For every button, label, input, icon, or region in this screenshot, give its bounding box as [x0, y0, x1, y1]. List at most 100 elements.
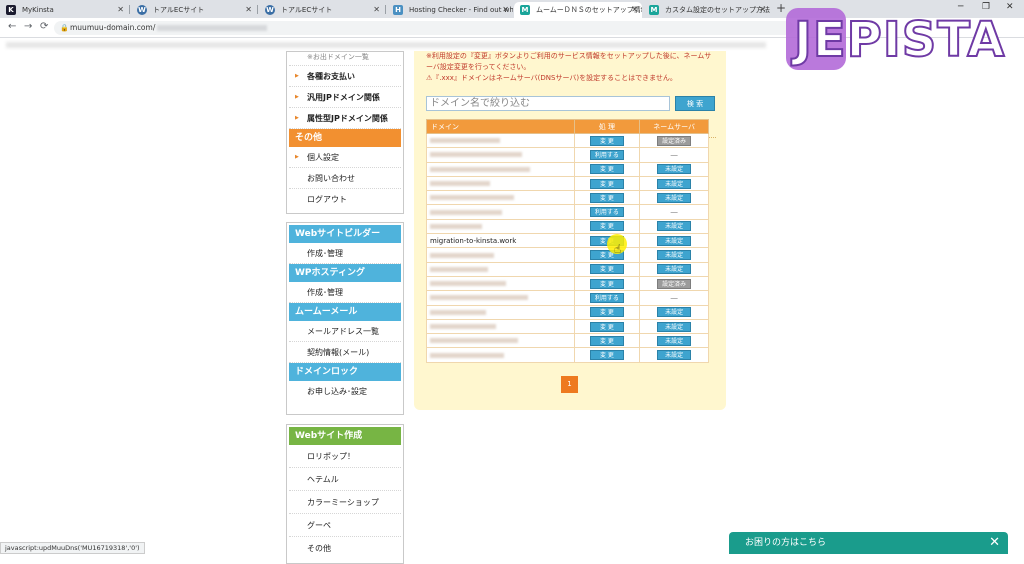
close-icon[interactable]: ✕	[989, 532, 1000, 554]
sidebar-item-lolipop[interactable]: ロリポップ！	[289, 445, 401, 468]
change-button[interactable]: 変 更	[589, 264, 624, 275]
nameserver-none: ―	[670, 293, 678, 302]
change-button[interactable]: 変 更	[589, 221, 624, 232]
action-cell: 利用する	[573, 290, 641, 306]
browser-tab[interactable]: W トアルECサイト ✕	[259, 2, 384, 18]
sidebar-item-mail-contract[interactable]: 契約情報(メール)	[289, 342, 401, 363]
table-row: 変 更 未設定	[426, 318, 709, 335]
nameserver-unset-button[interactable]: 未設定	[657, 321, 692, 332]
change-button[interactable]: 変 更	[589, 307, 624, 318]
search-button[interactable]: 検 索	[675, 96, 715, 111]
close-tab-icon[interactable]: ✕	[117, 2, 124, 18]
nameserver-configured-button[interactable]: 設定済み	[657, 135, 692, 146]
sidebar-item-attribute-jp[interactable]: 属性型JPドメイン関係	[289, 108, 401, 129]
close-tab-icon[interactable]: ✕	[631, 2, 638, 18]
change-button[interactable]: 変 更	[589, 135, 624, 146]
use-button[interactable]: 利用する	[589, 207, 624, 218]
sidebar-item-generic-jp[interactable]: 汎用JPドメイン関係	[289, 87, 401, 108]
close-tab-icon[interactable]: ✕	[245, 2, 252, 18]
browser-tab-active[interactable]: M ムームーＤＮＳのセットアップ情報変 ✕	[514, 2, 642, 18]
table-row: 変 更 設定済み	[426, 275, 709, 292]
browser-tab[interactable]: M カスタム設定のセットアップ方法 - ム ✕	[643, 2, 770, 18]
wordpress-favicon-icon: W	[265, 5, 275, 15]
page-number-current[interactable]: 1	[561, 376, 578, 393]
table-row: 利用する ―	[426, 147, 709, 163]
domain-table: ドメイン 処 理 ネームサーバ 変 更設定済み 利用する ― 変 更未設定変 更未設定…	[426, 119, 709, 363]
nameserver-unset-button[interactable]: 未設定	[657, 221, 692, 232]
sidebar-item-payment[interactable]: 各種お支払い	[289, 66, 401, 87]
nameserver-cell: ―	[639, 147, 709, 163]
action-cell: 利用する	[573, 204, 641, 220]
use-button[interactable]: 利用する	[589, 292, 624, 303]
table-row: 変 更 未設定	[426, 218, 709, 235]
change-button[interactable]: 変 更	[589, 350, 624, 361]
domain-cell	[426, 304, 575, 320]
url-text: muumuu-domain.com/	[70, 23, 156, 32]
nameserver-configured-button[interactable]: 設定済み	[657, 278, 692, 289]
notice-line: ーバ設定変更を行ってください。	[426, 63, 531, 71]
nameserver-unset-button[interactable]: 未設定	[657, 307, 692, 318]
back-icon[interactable]: ←	[8, 21, 16, 32]
help-label: お困りの方はこちら	[745, 538, 827, 548]
table-row: 変 更 未設定	[426, 247, 709, 263]
nameserver-unset-button[interactable]: 未設定	[657, 250, 692, 261]
change-button[interactable]: 変 更	[589, 164, 624, 175]
close-tab-icon[interactable]: ✕	[373, 2, 380, 18]
sidebar-item-other[interactable]: その他	[289, 537, 401, 560]
nameserver-cell: 未設定	[639, 318, 709, 335]
nameserver-unset-button[interactable]: 未設定	[657, 235, 692, 246]
sidebar-item-cut[interactable]: ※お出ドメイン一覧	[289, 54, 401, 66]
change-button[interactable]: 変 更	[589, 278, 624, 289]
url-field[interactable]: 🔒 muumuu-domain.com/	[54, 21, 794, 35]
sidebar-heading-muumuu-mail: ムームーメール	[289, 303, 401, 321]
close-tab-icon[interactable]: ✕	[759, 2, 766, 18]
forward-icon[interactable]: →	[24, 21, 32, 32]
kinsta-favicon-icon: K	[6, 5, 16, 15]
new-tab-icon[interactable]: +	[776, 1, 786, 15]
tab-title: トアルECサイト	[153, 6, 205, 14]
browser-tab[interactable]: H Hosting Checker - Find out who ✕	[387, 2, 513, 18]
action-cell: 変 更	[573, 247, 641, 263]
help-widget[interactable]: お困りの方はこちら ✕	[729, 532, 1008, 554]
sidebar-menu-website: Webサイト作成 ロリポップ！ ヘテムル カラーミーショップ グーペ その他	[286, 424, 404, 564]
sidebar-item-heteml[interactable]: ヘテムル	[289, 468, 401, 491]
nameserver-cell: ―	[639, 204, 709, 220]
nameserver-unset-button[interactable]: 未設定	[657, 192, 692, 203]
change-button[interactable]: 変 更	[589, 192, 624, 203]
nameserver-unset-button[interactable]: 未設定	[657, 264, 692, 275]
close-tab-icon[interactable]: ✕	[502, 2, 509, 18]
change-button[interactable]: 変 更	[589, 321, 624, 332]
reload-icon[interactable]: ⟳	[40, 21, 48, 32]
use-button[interactable]: 利用する	[589, 149, 624, 160]
change-button[interactable]: 変 更	[589, 335, 624, 346]
domain-cell	[426, 190, 575, 206]
browser-tab[interactable]: K MyKinsta ✕	[0, 2, 128, 18]
sidebar-item-wp-manage[interactable]: 作成･管理	[289, 282, 401, 303]
table-row: 変 更 未設定	[426, 161, 709, 177]
sidebar-item-builder-manage[interactable]: 作成･管理	[289, 243, 401, 264]
browser-tab[interactable]: W トアルECサイト ✕	[131, 2, 256, 18]
nameserver-unset-button[interactable]: 未設定	[657, 350, 692, 361]
sidebar-item-colorme[interactable]: カラーミーショップ	[289, 491, 401, 514]
column-header-nameserver: ネームサーバ	[639, 119, 709, 134]
tab-title: カスタム設定のセットアップ方法 - ム	[665, 6, 770, 14]
sidebar-item-contact[interactable]: お問い合わせ	[289, 168, 401, 189]
domain-filter-input[interactable]: ドメイン名で絞り込む	[426, 96, 670, 111]
sidebar-item-goope[interactable]: グーペ	[289, 514, 401, 537]
action-cell: 変 更	[573, 347, 641, 363]
domain-cell	[426, 275, 575, 292]
sidebar-item-mail-list[interactable]: メールアドレス一覧	[289, 321, 401, 342]
lock-icon: 🔒	[60, 24, 69, 32]
sidebar-item-personal-settings[interactable]: 個人設定	[289, 147, 401, 168]
sidebar-item-logout[interactable]: ログアウト	[289, 189, 401, 210]
nameserver-unset-button[interactable]: 未設定	[657, 178, 692, 189]
nameserver-cell: 設定済み	[639, 132, 709, 149]
change-button[interactable]: 変 更	[589, 178, 624, 189]
nameserver-cell: 未設定	[639, 247, 709, 263]
action-cell: 変 更	[573, 175, 641, 192]
nameserver-unset-button[interactable]: 未設定	[657, 164, 692, 175]
nameserver-unset-button[interactable]: 未設定	[657, 335, 692, 346]
sidebar-menu-services: Webサイトビルダー 作成･管理 WPホスティング 作成･管理 ムームーメール …	[286, 222, 404, 415]
domain-cell	[426, 290, 575, 306]
sidebar-item-domain-lock-apply[interactable]: お申し込み･設定	[289, 381, 401, 402]
